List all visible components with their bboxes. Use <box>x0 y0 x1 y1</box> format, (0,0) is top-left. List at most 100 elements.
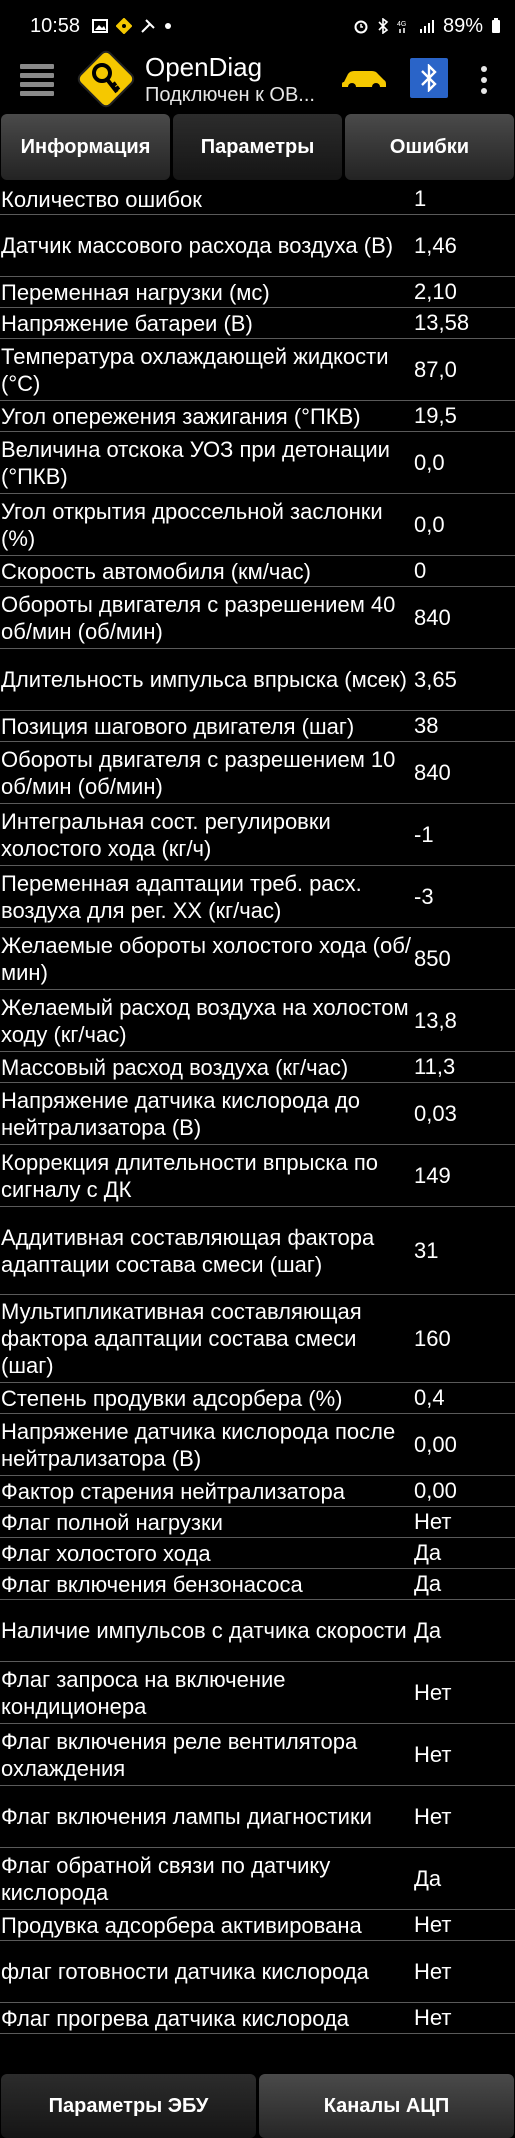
parameter-name: Фактор старения нейтрализатора <box>1 1478 345 1504</box>
table-row[interactable]: Напряжение батареи (В) 13,58 <box>0 308 515 339</box>
table-row[interactable]: Угол открытия дроссельной заслонки (%) 0,… <box>0 494 515 556</box>
parameter-value: Нет <box>414 2005 452 2030</box>
app-title: OpenDiag <box>145 52 263 82</box>
parameter-name: Флаг холостого хода <box>1 1540 211 1566</box>
table-row[interactable]: Скорость автомобиля (км/час) 0 <box>0 556 515 587</box>
table-row[interactable]: Флаг запроса на включение кондиционера Не… <box>0 1662 515 1724</box>
parameter-value: 0,0 <box>414 511 445 537</box>
table-row[interactable]: Датчик массового расхода воздуха (В) 1,46 <box>0 215 515 277</box>
parameter-name: Продувка адсорбера активирована <box>1 1912 362 1938</box>
table-row[interactable]: Переменная адаптации треб. расх. воздуха… <box>0 866 515 928</box>
table-row[interactable]: Позиция шагового двигателя (шаг) 38 <box>0 711 515 742</box>
table-row[interactable]: Желаемый расход воздуха на холостом ходу… <box>0 990 515 1052</box>
parameter-value: 0,00 <box>414 1478 457 1503</box>
table-row[interactable]: Флаг включения бензонасоса Да <box>0 1569 515 1600</box>
parameter-name: Переменная адаптации треб. расх. воздуха… <box>1 870 362 923</box>
parameter-name: Угол открытия дроссельной заслонки (%) <box>1 498 383 551</box>
parameter-name: Напряжение датчика кислорода после нейтр… <box>1 1418 396 1471</box>
table-row[interactable]: Флаг включения лампы диагностики Нет <box>0 1786 515 1848</box>
app-header: OpenDiag Подключен к ОВ... <box>0 50 515 108</box>
table-row[interactable]: Степень продувки адсорбера (%) 0,4 <box>0 1383 515 1414</box>
table-row[interactable]: Коррекция длительности впрыска по сигнал… <box>0 1145 515 1207</box>
table-row[interactable]: Аддитивная составляющая фактора адаптаци… <box>0 1207 515 1295</box>
table-row[interactable]: флаг готовности датчика кислорода Нет <box>0 1941 515 2003</box>
parameter-value: 13,8 <box>414 1007 457 1033</box>
parameters-table[interactable]: Количество ошибок 1 Датчик массового расхо… <box>0 184 515 2034</box>
parameter-name: Позиция шагового двигателя (шаг) <box>1 713 355 739</box>
tabs: Информация Параметры Ошибки <box>0 114 515 182</box>
table-row[interactable]: Напряжение датчика кислорода до нейтрали… <box>0 1083 515 1145</box>
parameter-name: Желаемый расход воздуха на холостом ходу… <box>1 994 409 1047</box>
parameter-value: Нет <box>414 1912 452 1937</box>
parameter-value: Да <box>414 1617 442 1643</box>
parameter-name: Скорость автомобиля (км/час) <box>1 558 311 584</box>
parameter-name: Интегральная сост. регулировки холостого… <box>1 808 331 861</box>
parameter-name: Массовый расход воздуха (кг/час) <box>1 1054 349 1080</box>
parameter-name: Длительность импульса впрыска (мсек) <box>1 667 407 692</box>
table-row[interactable]: Длительность импульса впрыска (мсек) 3,65 <box>0 649 515 711</box>
parameter-name: Флаг включения реле вентилятора охлажден… <box>1 1728 358 1781</box>
table-row[interactable]: Наличие импульсов с датчика скорости Да <box>0 1600 515 1662</box>
parameter-value: Нет <box>414 1679 452 1705</box>
bluetooth-icon[interactable] <box>410 58 448 98</box>
parameter-value: 38 <box>414 713 439 738</box>
parameter-value: Нет <box>414 1509 452 1534</box>
tab-information[interactable]: Информация <box>1 114 170 180</box>
connection-status: Подключен к ОВ... <box>145 84 315 106</box>
table-row[interactable]: Флаг включения реле вентилятора охлажден… <box>0 1724 515 1786</box>
parameter-value: 19,5 <box>414 403 457 428</box>
table-row[interactable]: Напряжение датчика кислорода после нейтр… <box>0 1414 515 1476</box>
parameter-name: Мультипликативная составляющая фактора а… <box>1 1299 362 1378</box>
parameter-name: Обороты двигателя с разрешением 10 об/ми… <box>1 746 396 799</box>
table-row[interactable]: Интегральная сост. регулировки холостого… <box>0 804 515 866</box>
parameter-value: 149 <box>414 1162 451 1188</box>
parameter-name: Желаемые обороты холостого хода (об/мин) <box>1 932 411 985</box>
table-row[interactable]: Желаемые обороты холостого хода (об/мин)… <box>0 928 515 990</box>
table-row[interactable]: Флаг обратной связи по датчику кислорода… <box>0 1848 515 1910</box>
tab-parameters[interactable]: Параметры <box>173 114 342 180</box>
table-row[interactable]: Флаг прогрева датчика кислорода Нет <box>0 2003 515 2034</box>
table-row[interactable]: Количество ошибок 1 <box>0 184 515 215</box>
tab-errors[interactable]: Ошибки <box>345 114 514 180</box>
svg-text:4G: 4G <box>397 21 406 28</box>
parameter-value: 0,03 <box>414 1100 457 1126</box>
parameter-value: Нет <box>414 1741 452 1767</box>
table-row[interactable]: Массовый расход воздуха (кг/час) 11,3 <box>0 1052 515 1083</box>
menu-icon[interactable] <box>20 64 54 96</box>
parameter-value: Да <box>414 1571 442 1596</box>
table-row[interactable]: Флаг холостого хода Да <box>0 1538 515 1569</box>
parameter-value: 31 <box>414 1237 439 1263</box>
parameter-value: 0 <box>414 558 427 583</box>
signal-icon <box>419 20 434 33</box>
status-bar: 10:58 4G 89% <box>0 0 515 52</box>
opendiag-logo-icon <box>77 50 135 108</box>
parameter-name: Флаг включения бензонасоса <box>1 1571 303 1597</box>
parameter-name: Датчик массового расхода воздуха (В) <box>1 233 394 258</box>
table-row[interactable]: Флаг полной нагрузки Нет <box>0 1507 515 1538</box>
table-row[interactable]: Продувка адсорбера активирована Нет <box>0 1910 515 1941</box>
table-row[interactable]: Обороты двигателя с разрешением 40 об/ми… <box>0 587 515 649</box>
adc-channels-button[interactable]: Каналы АЦП <box>259 2074 514 2138</box>
table-row[interactable]: Фактор старения нейтрализатора 0,00 <box>0 1476 515 1507</box>
status-time: 10:58 <box>30 14 81 37</box>
table-row[interactable]: Температура охлаждающей жидкости (°С) 87,… <box>0 339 515 401</box>
car-icon[interactable] <box>340 66 388 92</box>
ecu-parameters-button[interactable]: Параметры ЭБУ <box>1 2074 256 2138</box>
parameter-name: Напряжение батареи (В) <box>1 310 253 336</box>
bluetooth-status-icon <box>378 18 389 34</box>
parameter-name: Наличие импульсов с датчика скорости <box>1 1618 407 1643</box>
parameter-value: 2,10 <box>414 279 457 304</box>
table-row[interactable]: Мультипликативная составляющая фактора а… <box>0 1295 515 1383</box>
parameter-value: 0,00 <box>414 1431 457 1457</box>
parameter-value: 0,0 <box>414 449 445 475</box>
parameter-value: 160 <box>414 1325 451 1351</box>
table-row[interactable]: Обороты двигателя с разрешением 10 об/ми… <box>0 742 515 804</box>
parameter-name: Количество ошибок <box>1 186 202 212</box>
table-row[interactable]: Величина отскока УОЗ при детонации (°ПКВ… <box>0 432 515 494</box>
table-row[interactable]: Угол опережения зажигания (°ПКВ) 19,5 <box>0 401 515 432</box>
table-row[interactable]: Переменная нагрузки (мс) 2,10 <box>0 277 515 308</box>
tools-icon <box>141 19 155 33</box>
parameter-name: Коррекция длительности впрыска по сигнал… <box>1 1149 379 1202</box>
opendiag-notify-icon <box>116 18 133 34</box>
more-options-icon[interactable] <box>480 66 488 94</box>
